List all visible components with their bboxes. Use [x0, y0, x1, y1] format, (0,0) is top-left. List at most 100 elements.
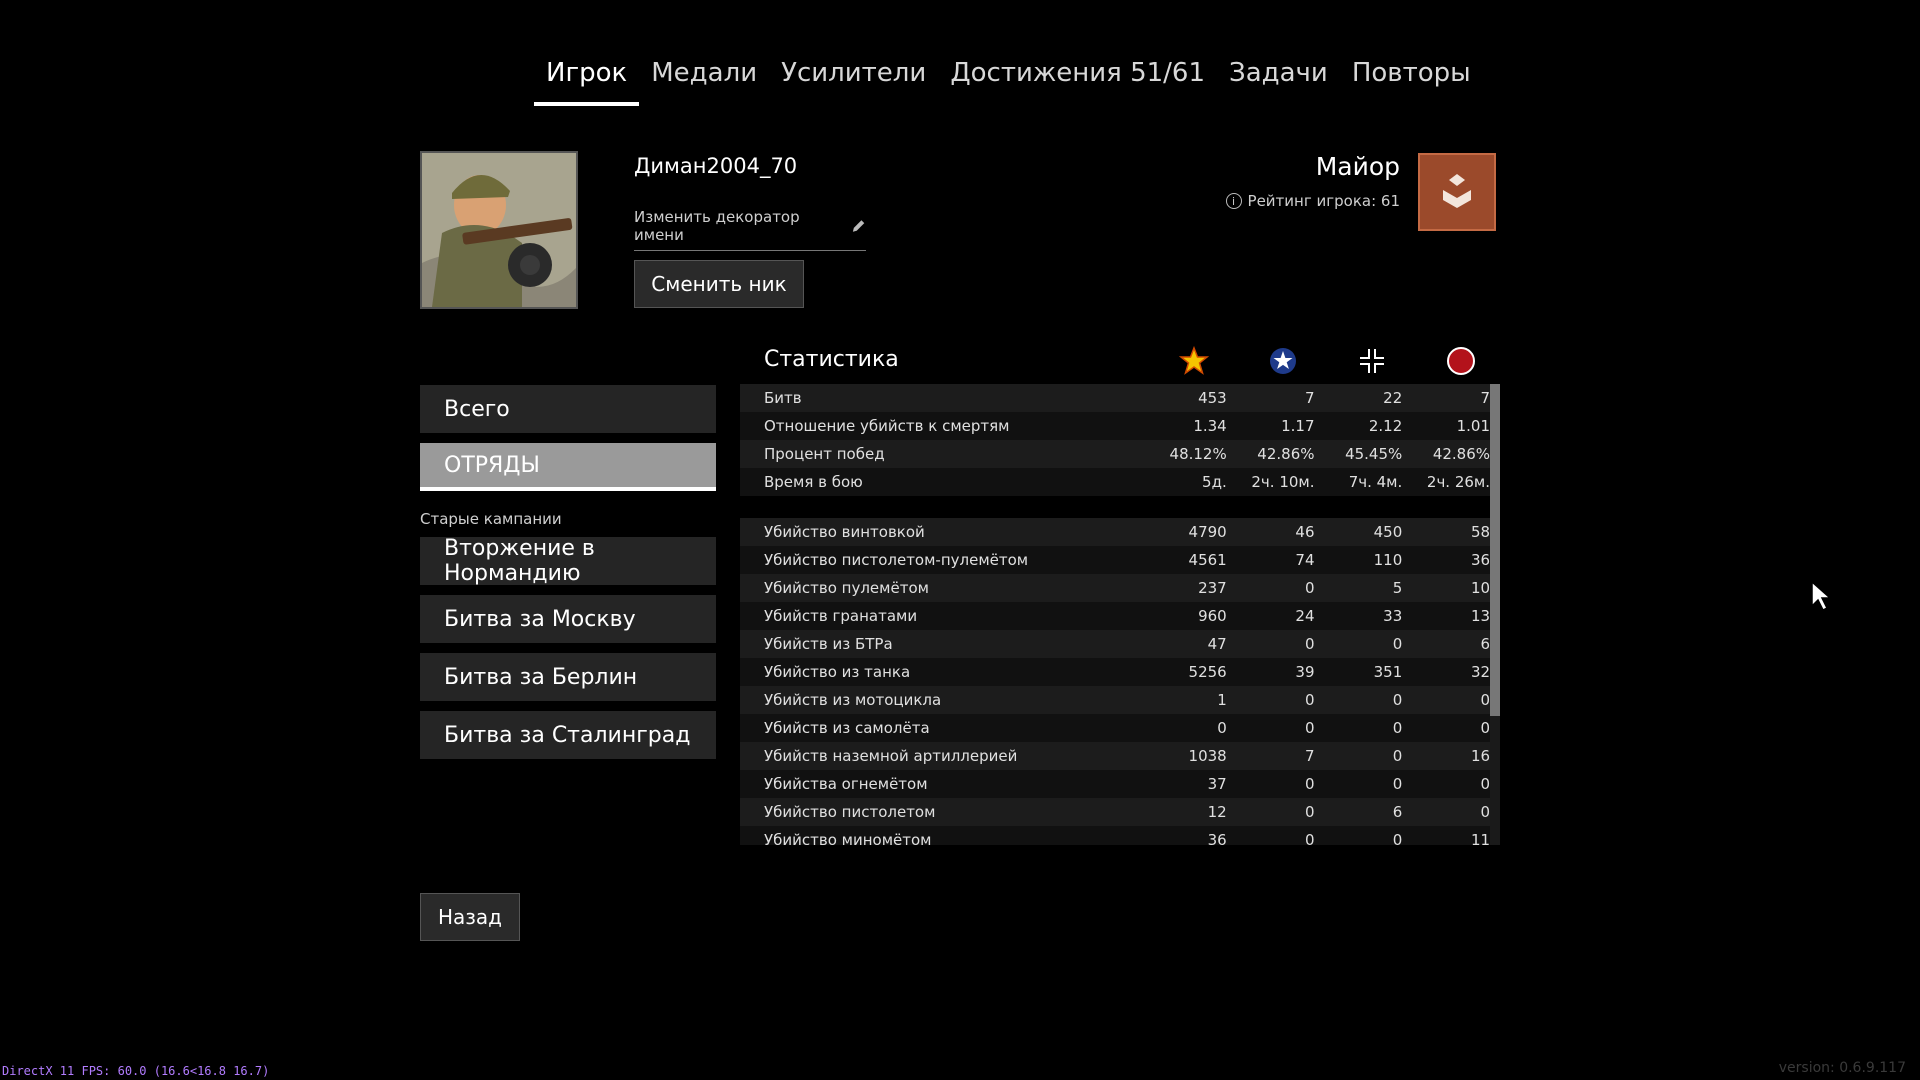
stat-value: 0 [1304, 579, 1315, 597]
stat-value: 5256 [1188, 663, 1227, 681]
tab-achievements[interactable]: Достижения 51/61 [938, 52, 1217, 106]
stat-value: 0 [1392, 635, 1403, 653]
rank-badge[interactable] [1418, 153, 1496, 231]
stat-value: 0 [1304, 691, 1315, 709]
stat-label: Убийств из БТРа [764, 635, 893, 653]
menu-item-moscow[interactable]: Битва за Москву [420, 595, 716, 643]
stats-row: Убийство пистолетом 12 0 6 0 [740, 798, 1490, 826]
stats-row: Убийств из мотоцикла 1 0 0 0 [740, 686, 1490, 714]
top-tabs: Игрок Медали Усилители Достижения 51/61 … [534, 52, 1483, 106]
stats-row: Убийство из танка 5256 39 351 32 [740, 658, 1490, 686]
change-name-decorator-link[interactable]: Изменить декоратор имени [634, 208, 866, 251]
stats-table[interactable]: Битв 453 7 22 7 Отношение убийств к смертям 1.… [740, 384, 1490, 845]
stat-value: 58 [1470, 523, 1490, 541]
stats-row: Убийства огнемётом 37 0 0 0 [740, 770, 1490, 798]
version-label: version: 0.6.9.117 [1778, 1060, 1906, 1076]
stat-value: 0 [1392, 691, 1403, 709]
stat-value: 22 [1383, 389, 1403, 407]
stats-row: Убийство винтовкой 4790 46 450 58 [740, 518, 1490, 546]
german-cross-icon [1356, 345, 1388, 377]
menu-item-stalingrad[interactable]: Битва за Сталинград [420, 711, 716, 759]
info-icon[interactable]: i [1225, 193, 1242, 209]
stat-value: 2ч. 10м. [1251, 473, 1315, 491]
stat-value: 36 [1470, 551, 1490, 569]
stat-label: Отношение убийств к смертям [764, 417, 1010, 435]
stat-value: 16 [1470, 747, 1490, 765]
stat-value: 1.34 [1193, 417, 1227, 435]
stat-value: 7 [1304, 389, 1315, 407]
stat-label: Убийств из мотоцикла [764, 691, 942, 709]
stat-label: Убийство пистолетом [764, 803, 936, 821]
stat-label: Убийство винтовкой [764, 523, 925, 541]
stat-value: 1038 [1188, 747, 1227, 765]
stat-value: 7 [1304, 747, 1315, 765]
stat-value: 10 [1470, 579, 1490, 597]
stat-value: 110 [1373, 551, 1403, 569]
stat-label: Убийств из самолёта [764, 719, 930, 737]
stat-value: 0 [1304, 719, 1315, 737]
scroll-thumb[interactable] [1490, 384, 1500, 716]
stat-label: Битв [764, 389, 802, 407]
stat-value: 46 [1295, 523, 1315, 541]
stat-value: 33 [1383, 607, 1403, 625]
stat-value: 74 [1295, 551, 1315, 569]
change-nick-button[interactable]: Сменить ник [634, 260, 804, 308]
stat-value: 0 [1480, 775, 1490, 793]
rank-chevron-icon [1443, 174, 1471, 208]
stat-value: 1 [1217, 691, 1227, 709]
menu-item-normandy[interactable]: Вторжение в Нормандию [420, 536, 716, 586]
stat-value: 37 [1207, 775, 1227, 793]
mouse-cursor-icon [1810, 580, 1834, 616]
stat-value: 7ч. 4м. [1348, 473, 1403, 491]
tab-medals[interactable]: Медали [639, 52, 769, 106]
stats-row: Убийство пулемётом 237 0 5 10 [740, 574, 1490, 602]
pencil-icon [852, 220, 865, 232]
stat-value: 11 [1470, 831, 1490, 845]
stats-section-gap [740, 496, 1490, 518]
stats-scrollbar[interactable] [1490, 384, 1500, 845]
player-profile-screen: Игрок Медали Усилители Достижения 51/61 … [0, 0, 1920, 1080]
rating-text: Рейтинг игрока: 61 [1247, 192, 1400, 210]
menu-item-squads[interactable]: ОТРЯДЫ [420, 443, 716, 491]
stat-value: 0 [1304, 803, 1315, 821]
fps-counter: DirectX 11 FPS: 60.0 (16.6<16.8 16.7) [2, 1064, 270, 1078]
stats-row: Убийств наземной артиллерией 1038 7 0 16 [740, 742, 1490, 770]
stats-row: Процент побед 48.12% 42.86% 45.45% 42.86% [740, 440, 1490, 468]
tab-player[interactable]: Игрок [534, 52, 640, 106]
allied-star-icon [1267, 345, 1299, 377]
stat-value: 1.01 [1456, 417, 1490, 435]
stat-value: 4561 [1188, 551, 1227, 569]
stat-value: 0 [1217, 719, 1227, 737]
stat-value: 47 [1207, 635, 1227, 653]
stats-title: Статистика [764, 347, 899, 372]
stat-value: 7 [1480, 389, 1490, 407]
soldier-portrait-icon [422, 153, 576, 307]
stat-value: 0 [1304, 635, 1315, 653]
stat-value: 42.86% [1257, 445, 1315, 463]
stat-value: 5 [1392, 579, 1403, 597]
avatar[interactable] [420, 151, 578, 309]
stat-label: Убийство пулемётом [764, 579, 929, 597]
stat-value: 0 [1304, 831, 1315, 845]
stat-value: 0 [1392, 719, 1403, 737]
stat-value: 0 [1392, 831, 1403, 845]
menu-item-total[interactable]: Всего [420, 385, 716, 433]
menu-item-berlin[interactable]: Битва за Берлин [420, 653, 716, 701]
stat-value: 2.12 [1368, 417, 1403, 435]
old-campaigns-label: Старые кампании [420, 510, 562, 528]
back-button[interactable]: Назад [420, 893, 520, 941]
stat-value: 960 [1198, 607, 1227, 625]
stat-value: 0 [1480, 719, 1490, 737]
tab-boosters[interactable]: Усилители [769, 52, 938, 106]
stat-value: 4790 [1188, 523, 1227, 541]
stat-value: 32 [1470, 663, 1490, 681]
stat-value: 1.17 [1281, 417, 1315, 435]
stat-label: Убийство из танка [764, 663, 911, 681]
tab-tasks[interactable]: Задачи [1217, 52, 1340, 106]
tab-replays[interactable]: Повторы [1340, 52, 1483, 106]
stat-label: Убийств наземной артиллерией [764, 747, 1018, 765]
stats-row: Убийство пистолетом-пулемётом 4561 74 110 36 [740, 546, 1490, 574]
decorator-link-label: Изменить декоратор имени [634, 208, 800, 244]
stat-value: 24 [1295, 607, 1315, 625]
stats-row: Битв 453 7 22 7 [740, 384, 1490, 412]
